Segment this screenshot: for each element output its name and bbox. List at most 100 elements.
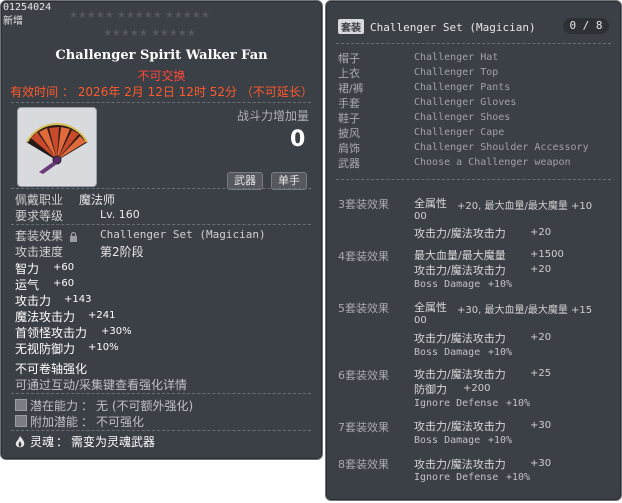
bonus-potential-colon: ： [81,415,94,429]
stat-int-value: +60 [53,262,75,273]
stat-boss-label: 首领怪攻击力 [15,326,88,340]
new-tag: 新增 [3,16,23,27]
slot-weapon-label: 武器 [338,157,360,170]
set-effect-8-line-1-value: +30 [530,458,552,469]
job-label: 佩戴职业 [15,193,64,207]
slot-shoulder-value: Challenger Shoulder Accessory [414,142,589,153]
set-effect-6-line-1-name: 攻击力/魔法攻击力 [414,368,506,381]
divider [11,393,311,394]
stat-luk-label: 运气 [15,278,40,292]
set-effect-6-line-1-value: +25 [530,368,552,379]
set-effect-5-line-1-value: +30, 最大血量/最大魔量 +15 [457,305,593,316]
stat-int-label: 智力 [15,262,40,276]
item-icon-frame [17,107,97,187]
set-effect-3-line-3-name: 攻击力/魔法攻击力 [414,227,506,240]
set-effect-4-line-1-value: +1500 [530,249,564,260]
speed-value: 第2阶段 [100,245,144,259]
slot-shoulder-label: 肩饰 [338,142,360,155]
divider [11,188,311,189]
set-effect-8-line-2-name: Ignore Defense [414,472,499,483]
set-effect-5-line-4-value: +10% [488,347,513,358]
slot-hat-label: 帽子 [338,52,360,65]
stat-ied-value: +10% [88,342,119,353]
set-effect-5-line-3-name: 攻击力/魔法攻击力 [414,332,506,345]
slot-gloves-value: Challenger Gloves [414,97,517,108]
power-label: 战斗力增加量 [237,109,310,123]
set-effect-7-line-2-name: Boss Damage [414,435,481,446]
divider [336,179,611,180]
job-value: 魔法师 [79,193,116,207]
set-effect-4-line-1-name: 最大血量/最大魔量 [414,249,506,262]
set-effect-5-line-2-name: 00 [414,315,427,326]
set-effect-4-line-2-value: +20 [530,264,552,275]
slot-cape-label: 披风 [338,127,360,140]
set-effect-value: Challenger Set (Magician) [100,228,266,241]
soul-flame-icon [15,434,25,448]
set-effect-8-line-2-value: +10% [506,472,531,483]
set-effect-3-line-3-value: +20 [530,227,552,238]
set-effect-3-label: 3套装效果 [338,198,389,211]
set-title: Challenger Set (Magician) [370,21,536,34]
trade-status: 不可交换 [137,69,186,83]
set-effect-4-label: 4套装效果 [338,250,389,263]
speed-label: 攻击速度 [15,245,64,259]
stat-ied-label: 无视防御力 [15,342,76,356]
set-effect-3-line-1-value: +20, 最大血量/最大魔量 +10 [457,201,593,212]
set-effect-4-line-3-name: Boss Damage [414,279,481,290]
set-effect-5-line-4-name: Boss Damage [414,347,481,358]
set-effect-7-label: 7套装效果 [338,421,389,434]
lock-icon [69,228,78,242]
set-effect-7-line-1-name: 攻击力/魔法攻击力 [414,420,506,433]
fan-weapon-icon [26,123,88,174]
set-effect-4-line-2-name: 攻击力/魔法攻击力 [414,264,506,277]
set-effect-6-line-3-name: Ignore Defense [414,398,499,409]
set-effect-3-line-2-name: 00 [414,211,427,222]
level-value: Lv. 160 [100,208,140,221]
set-effect-5-line-1-name: 全属性 [414,301,447,314]
slot-top-value: Challenger Top [414,67,499,78]
power-value: 0 [290,127,306,152]
bonus-potential-value: 不可强化 [96,415,145,429]
slot-cape-value: Challenger Cape [414,127,505,138]
divider [11,224,311,225]
set-effect-6-line-2-name: 防御力 [414,383,447,396]
item-name: Challenger Spirit Walker Fan [55,48,268,63]
enhance-hint: 可通过互动/采集键查看强化详情 [15,378,188,392]
set-effect-5-line-3-value: +20 [530,332,552,343]
slot-top-label: 上衣 [338,67,360,80]
slot-pants-value: Challenger Pants [414,82,511,93]
stat-boss-value: +30% [101,326,132,337]
set-effect-6-line-3-value: +10% [506,398,531,409]
stat-luk-value: +60 [53,278,75,289]
slot-weapon-value: Choose a Challenger weapon [414,157,571,168]
expiry-date: 有效时间 ： 2026年 2月 12日 12时 52分 （不可延长） [10,85,313,99]
stat-matt-value: +241 [88,310,116,321]
set-effect-7-line-2-value: +10% [488,435,513,446]
potential-label: 潜在能力 [30,399,79,413]
set-effect-8-label: 8套装效果 [338,458,389,471]
set-effect-4-line-3-value: +10% [488,279,513,290]
potential-lock-icon [15,399,27,411]
stat-att-label: 攻击力 [15,294,52,308]
stat-matt-label: 魔法攻击力 [15,310,76,324]
set-info-panel: 套装 Challenger Set (Magician) 0 / 8 帽子 Ch… [325,0,622,501]
soul-colon: ： [56,435,69,449]
potential-value: 无 (不可额外强化) [96,399,194,413]
level-label: 要求等级 [15,209,64,223]
divider [11,430,311,431]
divider [336,43,611,44]
slot-shoes-value: Challenger Shoes [414,112,511,123]
set-count: 0 / 8 [563,18,609,34]
set-effect-3-line-1-name: 全属性 [414,197,447,210]
set-effect-label: 套装效果 [15,229,64,243]
slot-gloves-label: 手套 [338,97,360,110]
slot-hat-value: Challenger Hat [414,52,499,63]
divider [11,102,311,103]
set-effect-6-label: 6套装效果 [338,369,389,382]
stat-att-value: +143 [64,294,92,305]
star-force-row-1: ★★★★★ ★★★★★ ★★★★★ [69,10,210,21]
bonus-potential-label: 附加潜能 [30,415,79,429]
bonus-potential-lock-icon [15,415,27,427]
set-badge: 套装 [338,19,364,34]
slot-pants-label: 裙/裤 [338,82,364,95]
